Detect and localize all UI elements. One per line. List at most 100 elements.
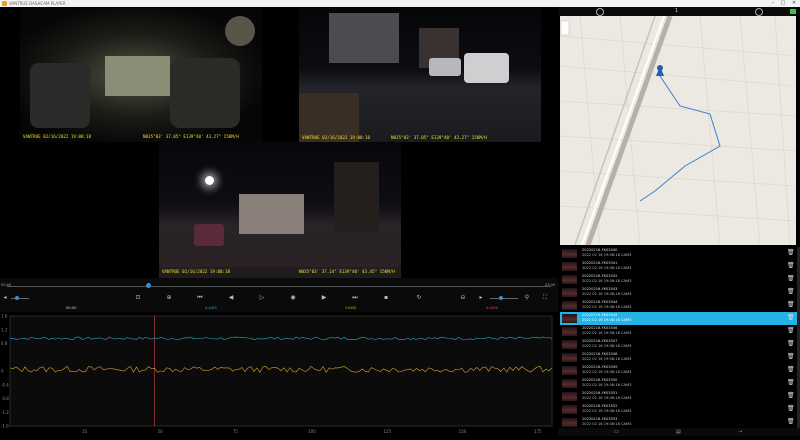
zoom-in-icon[interactable]: ⊕ — [164, 293, 174, 303]
delete-icon[interactable]: 🗑 — [787, 392, 795, 400]
graph-label-x: X-AXIS — [205, 306, 217, 310]
file-list-item[interactable]: 20220216-FK03545 2022 02 16 19:08:18 CAM3… — [560, 312, 798, 325]
file-date: 2022 02 16 19:08:18 CAM3 — [582, 409, 632, 413]
rotate-icon[interactable]: ↻ — [414, 293, 424, 303]
file-list-item[interactable]: 20220216-FK03543 2022 02 16 19:08:18 CAM3… — [560, 286, 798, 299]
file-name: 20220216-FK03541 — [582, 261, 618, 265]
zoom-slider[interactable] — [490, 298, 518, 299]
file-date: 2022 02 16 19:08:18 CAM3 — [582, 292, 632, 296]
delete-icon[interactable]: 🗑 — [787, 262, 795, 270]
delete-icon[interactable]: 🗑 — [787, 340, 795, 348]
file-list-item[interactable]: 20220216-FK03551 2022 02 16 19:08:18 CAM3… — [560, 390, 798, 403]
gsensor-graph[interactable]: 1.6 1.2 0.8 0 -0.4 -0.8 -1.2 -1.6 25 50 75 100 125 15… — [0, 312, 558, 436]
file-list-item[interactable]: 20220216-FK03548 2022 02 16 19:08:18 CAM3… — [560, 351, 798, 364]
lock-icon[interactable]: ▤ — [676, 428, 681, 436]
previous-file-button[interactable]: ⏮ — [195, 293, 205, 303]
volume-icon[interactable]: ◂ — [0, 293, 10, 303]
file-list-item[interactable]: 20220216-FK03541 2022 02 16 19:08:18 CAM3… — [560, 260, 798, 273]
close-button[interactable]: ✕ — [789, 0, 799, 7]
gsensor-graph-svg: 1.6 1.2 0.8 0 -0.4 -0.8 -1.2 -1.6 25 50 75 100 125 15… — [1, 314, 553, 434]
video-rear[interactable]: VANTRUE 02/16/2022 19:08:18 N035°03' 37.… — [159, 142, 401, 278]
file-thumbnail — [562, 340, 577, 349]
map-zoom-control — [560, 20, 570, 36]
file-name: 20220216-FK03553 — [582, 417, 618, 421]
timeline-handle[interactable] — [145, 283, 151, 288]
next-file-button[interactable]: ⏭ — [350, 293, 360, 303]
timeline-track[interactable] — [7, 286, 551, 287]
rear-overlay-gps: N035°03' 37.14" E139°40' 43.45" 15KM/H — [299, 269, 395, 274]
file-thumbnail — [562, 288, 577, 297]
step-forward-button[interactable]: ▶ — [319, 293, 329, 303]
file-list-footer: ▭ ▤ ⇢ — [558, 428, 800, 436]
file-thumbnail — [562, 327, 577, 336]
file-date: 2022 02 16 19:08:18 CAM3 — [582, 331, 632, 335]
rear-window — [105, 56, 170, 96]
delete-icon[interactable]: 🗑 — [787, 249, 795, 257]
video-interior[interactable]: VANTRUE 02/16/2022 19:08:18 N035°03' 37.… — [20, 8, 262, 142]
maximize-button[interactable]: □ — [778, 0, 788, 7]
file-list-item[interactable]: 20220216-FK03549 2022 02 16 19:08:18 CAM3… — [560, 364, 798, 377]
file-thumbnail — [562, 405, 577, 414]
x-tick-label: 150 — [459, 429, 467, 434]
x-tick-label: 50 — [158, 429, 164, 434]
street-light — [205, 176, 214, 185]
graph-label-time: 00:00 — [66, 306, 77, 310]
app-title: VANTRUE DASHCAM PLAYER — [9, 1, 66, 6]
video-front[interactable]: VANTRUE 02/16/2022 19:08:18 N035°03' 37.… — [299, 8, 541, 142]
x-tick-label: 75 — [233, 429, 239, 434]
file-list-item[interactable]: 20220216-FK03540 2022 02 16 19:08:18 CAM3… — [560, 247, 798, 260]
arrow-icon[interactable]: ⇢ — [738, 428, 742, 436]
play-button[interactable]: ▷ — [257, 293, 267, 303]
rear-overlay-time: VANTRUE 02/16/2022 19:08:18 — [162, 269, 231, 274]
map-svg — [560, 16, 796, 245]
file-list-item[interactable]: 20220216-FK03542 2022 02 16 19:08:18 CAM3… — [560, 273, 798, 286]
parked-car — [429, 58, 461, 76]
map-page-indicator: 1 — [675, 8, 679, 14]
delete-icon[interactable]: 🗑 — [787, 327, 795, 335]
screenshot-icon[interactable]: ⊡ — [133, 293, 143, 303]
file-thumbnail — [562, 314, 577, 323]
file-list-item[interactable]: 20220216-FK03544 2022 02 16 19:08:18 CAM3… — [560, 299, 798, 312]
delete-icon[interactable]: 🗑 — [787, 301, 795, 309]
delete-icon[interactable]: 🗑 — [787, 275, 795, 283]
zoom-out-icon[interactable]: ⊖ — [458, 293, 468, 303]
seat-left — [30, 63, 90, 128]
volume-slider[interactable] — [11, 298, 29, 299]
delete-icon[interactable]: 🗑 — [787, 418, 795, 426]
stop-button[interactable]: ◉ — [288, 293, 298, 303]
settings-icon[interactable] — [596, 8, 604, 16]
delete-icon[interactable]: 🗑 — [787, 288, 795, 296]
x-tick-label: 175 — [534, 429, 542, 434]
file-name: 20220216-FK03545 — [582, 313, 618, 317]
delete-icon[interactable]: 🗑 — [787, 353, 795, 361]
file-thumbnail — [562, 275, 577, 284]
file-list-item[interactable]: 20220216-FK03550 2022 02 16 19:08:18 CAM3… — [560, 377, 798, 390]
file-thumbnail — [562, 249, 577, 258]
file-name: 20220216-FK03548 — [582, 352, 618, 356]
layout-icon[interactable]: ▪ — [381, 293, 391, 303]
seat-right — [170, 58, 240, 128]
volume-slider-handle[interactable] — [15, 296, 20, 300]
magnify-icon[interactable]: ⚲ — [522, 293, 532, 303]
file-name: 20220216-FK03540 — [582, 248, 618, 252]
gps-map[interactable] — [560, 16, 796, 245]
zoom-slider-handle[interactable] — [499, 296, 504, 300]
delete-icon[interactable]: 🗑 — [787, 366, 795, 374]
step-back-button[interactable]: ◀ — [226, 293, 236, 303]
file-list-item[interactable]: 20220216-FK03547 2022 02 16 19:08:18 CAM3… — [560, 338, 798, 351]
file-list-item[interactable]: 20220216-FK03546 2022 02 16 19:08:18 CAM3… — [560, 325, 798, 338]
fullscreen-icon[interactable]: ⛶ — [540, 293, 550, 303]
file-thumbnail — [562, 379, 577, 388]
speed-icon[interactable]: ▸ — [476, 293, 486, 303]
file-name: 20220216-FK03550 — [582, 378, 618, 382]
delete-icon[interactable]: 🗑 — [787, 379, 795, 387]
delete-icon[interactable]: 🗑 — [787, 314, 795, 322]
file-date: 2022 02 16 19:08:18 CAM3 — [582, 396, 632, 400]
help-icon[interactable] — [755, 8, 763, 16]
file-thumbnail — [562, 392, 577, 401]
delete-icon[interactable]: 🗑 — [787, 405, 795, 413]
file-date: 2022 02 16 19:08:18 CAM3 — [582, 383, 632, 387]
minimize-button[interactable]: – — [768, 0, 778, 7]
folder-icon[interactable]: ▭ — [614, 428, 619, 436]
file-list-item[interactable]: 20220216-FK03552 2022 02 16 19:08:18 CAM3… — [560, 403, 798, 416]
